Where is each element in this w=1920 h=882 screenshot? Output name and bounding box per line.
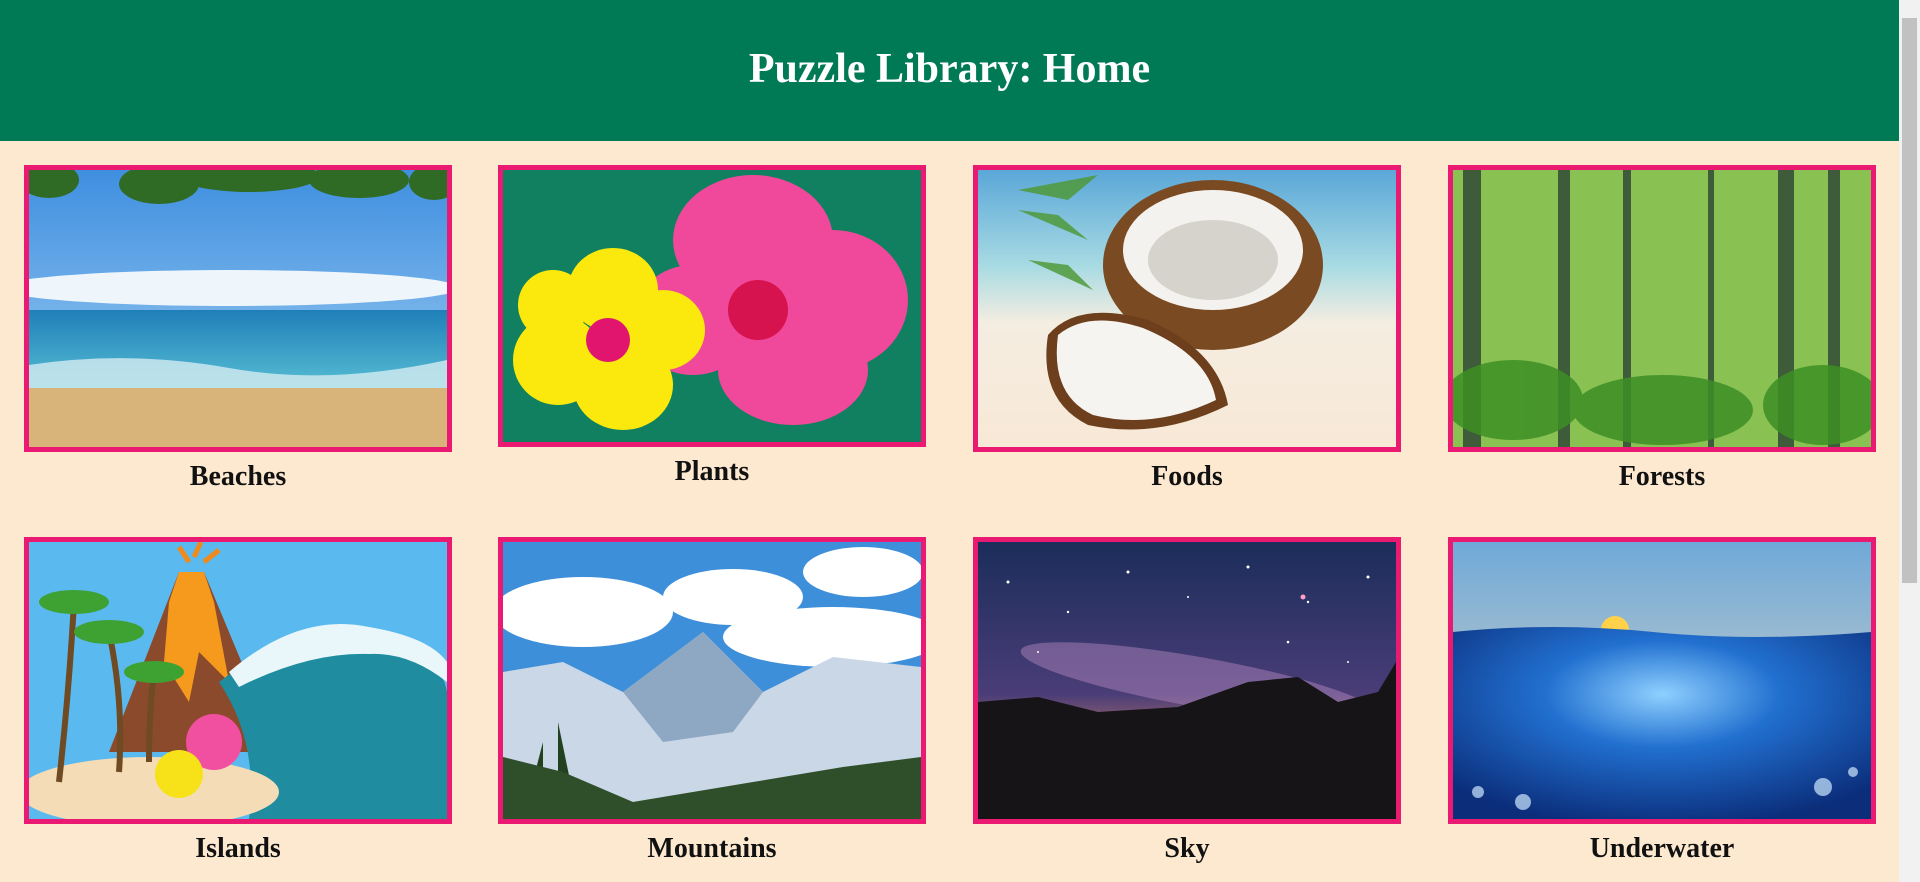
category-label-plants[interactable]: Plants (498, 456, 926, 488)
mountains-image[interactable] (498, 537, 926, 824)
category-label-underwater[interactable]: Underwater (1448, 833, 1876, 865)
category-label-foods[interactable]: Foods (973, 461, 1401, 493)
forests-image[interactable] (1448, 165, 1876, 452)
vertical-scrollbar[interactable] (1899, 0, 1920, 882)
plants-image[interactable] (498, 165, 926, 447)
underwater-image[interactable] (1448, 537, 1876, 824)
category-label-islands[interactable]: Islands (24, 833, 452, 865)
sky-image[interactable] (973, 537, 1401, 824)
beaches-image[interactable] (24, 165, 452, 452)
category-label-mountains[interactable]: Mountains (498, 833, 926, 865)
foods-image[interactable] (973, 165, 1401, 452)
islands-image[interactable] (24, 537, 452, 824)
category-label-sky[interactable]: Sky (973, 833, 1401, 865)
category-label-beaches[interactable]: Beaches (24, 461, 452, 493)
scrollbar-thumb[interactable] (1902, 18, 1917, 583)
page-title: Puzzle Library: Home (748, 45, 1151, 92)
category-label-forests[interactable]: Forests (1448, 461, 1876, 493)
page-header: Puzzle Library: Home (0, 0, 1899, 141)
